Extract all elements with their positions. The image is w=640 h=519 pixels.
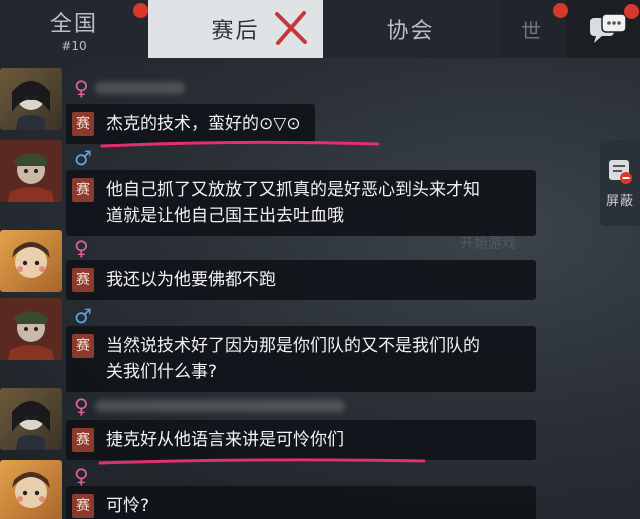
gender-female-icon: ♀ xyxy=(74,236,89,260)
match-badge: 赛 xyxy=(72,428,94,452)
avatar[interactable] xyxy=(0,68,62,130)
notification-dot xyxy=(133,3,148,18)
avatar-image xyxy=(12,472,50,508)
message-bubble: 赛 可怜? xyxy=(66,486,536,519)
match-badge: 赛 xyxy=(72,178,94,202)
block-chat-icon xyxy=(609,159,632,184)
message-text-line: 关我们什么事? xyxy=(106,362,218,382)
tab-bar: 全国 #10 赛后 协会 世 xyxy=(0,0,640,58)
tab-postgame-label: 赛后 xyxy=(211,19,260,44)
blurred-username xyxy=(95,82,185,94)
chat-list: ♀ 赛 杰克的技术，蛮好的⊙▽⊙ ♂ 赛 他自己抓了又放放了又抓真的是好恶心到头… xyxy=(0,62,600,519)
gender-female-icon: ♀ xyxy=(74,464,89,488)
gender-female-icon: ♀ xyxy=(74,394,89,418)
tab-world-label: 世 xyxy=(521,18,543,43)
highlight-underline xyxy=(100,140,380,148)
block-button-label: 屏蔽 xyxy=(605,193,634,209)
avatar-image xyxy=(12,401,50,450)
message-text: 捷克好从他语言来讲是可怜你们 xyxy=(106,430,344,450)
message-text-line: 他自己抓了又放放了又抓真的是好恶心到头来才知 xyxy=(106,180,480,200)
tab-national[interactable]: 全国 #10 xyxy=(0,0,148,58)
avatar-image xyxy=(0,140,62,202)
highlight-underline xyxy=(98,458,426,465)
match-badge: 赛 xyxy=(72,112,94,136)
blurred-username xyxy=(95,400,345,412)
avatar-image xyxy=(12,81,50,130)
cross-mark-icon xyxy=(275,11,307,45)
avatar[interactable] xyxy=(0,460,62,519)
avatar-image xyxy=(0,298,62,360)
notification-dot xyxy=(553,3,568,18)
avatar-image xyxy=(12,242,50,278)
block-button[interactable]: 屏蔽 xyxy=(600,140,640,226)
gender-male-icon: ♂ xyxy=(74,146,92,170)
avatar[interactable] xyxy=(0,230,62,292)
avatar[interactable] xyxy=(0,388,62,450)
message-bubble: 赛 捷克好从他语言来讲是可怜你们 xyxy=(66,420,536,460)
avatar[interactable] xyxy=(0,298,62,360)
tab-association[interactable]: 协会 xyxy=(323,0,498,58)
message-bubble: 赛 他自己抓了又放放了又抓真的是好恶心到头来才知 道就是让他自己国王出去吐血哦 xyxy=(66,170,536,236)
message-text-line: 道就是让他自己国王出去吐血哦 xyxy=(106,206,344,226)
message-text-line: 当然说技术好了因为那是你们队的又不是我们队的 xyxy=(106,336,480,356)
tab-national-label: 全国 xyxy=(49,11,98,37)
match-badge: 赛 xyxy=(72,268,94,292)
tab-national-rank: #10 xyxy=(61,38,87,53)
match-badge: 赛 xyxy=(72,494,94,518)
message-text: 杰克的技术，蛮好的⊙▽⊙ xyxy=(106,114,301,134)
chat-bubbles-icon xyxy=(589,13,627,43)
gender-male-icon: ♂ xyxy=(74,304,92,328)
message-text: 我还以为他要佛都不跑 xyxy=(106,270,276,290)
gender-female-icon: ♀ xyxy=(74,76,89,100)
avatar[interactable] xyxy=(0,140,62,202)
match-badge: 赛 xyxy=(72,334,94,358)
message-text: 可怜? xyxy=(106,496,150,516)
notification-dot xyxy=(624,4,639,19)
tab-association-label: 协会 xyxy=(386,19,435,44)
message-bubble: 赛 当然说技术好了因为那是你们队的又不是我们队的 关我们什么事? xyxy=(66,326,536,392)
message-bubble: 赛 我还以为他要佛都不跑 xyxy=(66,260,536,300)
